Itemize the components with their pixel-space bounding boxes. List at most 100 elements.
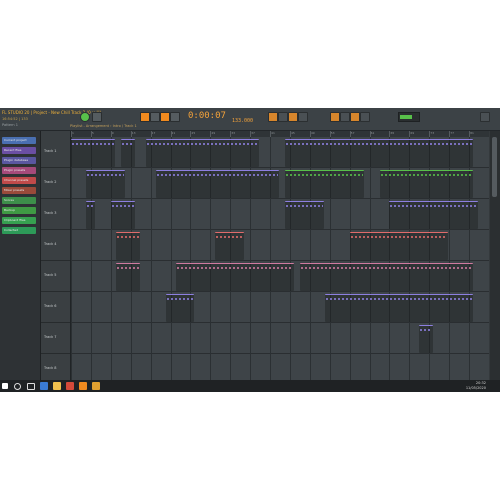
browser-item[interactable]: Backup [2, 207, 36, 214]
ruler-bar-number: 25 [191, 131, 196, 135]
pattern-clip[interactable] [349, 232, 449, 260]
record-button[interactable] [160, 112, 170, 122]
clip-note-preview [420, 329, 433, 331]
browser-item[interactable]: Channel presets [2, 177, 36, 184]
clip-note-preview [325, 298, 473, 300]
browser-panel: Current project Recent files Plugin databa… [0, 131, 41, 380]
channel-rack-icon[interactable] [288, 112, 298, 122]
browser-item[interactable]: Collected [2, 227, 36, 234]
track-label[interactable]: Track 7 [44, 335, 57, 339]
pattern-clip[interactable] [115, 263, 140, 291]
pattern-clip[interactable] [165, 294, 195, 322]
piano-roll-icon[interactable] [278, 112, 288, 122]
start-menu-icon[interactable] [2, 383, 8, 389]
pattern-clip[interactable] [71, 139, 115, 167]
track-label[interactable]: Track 5 [44, 273, 57, 277]
pattern-clip[interactable] [284, 139, 474, 167]
hint-bar: Playlist - Arrangement › Intro / Track 1 [70, 124, 137, 128]
pattern-clip[interactable] [284, 201, 324, 229]
pattern-clip[interactable] [324, 294, 474, 322]
clip-note-preview [146, 143, 259, 145]
pattern-clip[interactable] [175, 263, 294, 291]
play-button[interactable] [140, 112, 150, 122]
plugin-picker-icon[interactable] [340, 112, 350, 122]
playlist-icon[interactable] [268, 112, 278, 122]
pattern-clip[interactable] [419, 325, 434, 353]
pattern-clip[interactable] [110, 201, 135, 229]
pattern-clip[interactable] [115, 232, 140, 260]
metronome-icon[interactable] [170, 112, 180, 122]
stop-button[interactable] [150, 112, 160, 122]
play-mode-toggle[interactable] [80, 112, 90, 122]
ruler-bar-number: 13 [131, 131, 136, 135]
browser-icon[interactable] [330, 112, 340, 122]
snap-icon[interactable] [350, 112, 360, 122]
track-divider [41, 291, 70, 292]
playlist-row-divider [71, 322, 489, 323]
file-explorer-icon[interactable] [53, 382, 61, 390]
track-label[interactable]: Track 2 [44, 180, 57, 184]
track-headers: Track 1 Track 2 Track 3 Track 4 Track 5 Track… [41, 131, 71, 385]
pattern-clip[interactable] [299, 263, 474, 291]
pattern-clip[interactable] [379, 170, 474, 198]
track-label[interactable]: Track 3 [44, 211, 57, 215]
ruler-bar-number: 9 [111, 131, 114, 135]
fl-studio-taskbar-icon[interactable] [79, 382, 87, 390]
pattern-clip[interactable] [145, 139, 260, 167]
clip-note-preview [176, 267, 293, 269]
playlist-area[interactable]: 1 5 9 13 17 21 25 29 33 37 41 45 49 53 57 61 65 69 73 77 81 [71, 131, 489, 380]
clip-note-preview [285, 205, 323, 207]
ruler-bar-number: 61 [370, 131, 375, 135]
pattern-clip[interactable] [284, 170, 364, 198]
tempo-display[interactable]: 133.000 [232, 118, 253, 124]
pattern-clip[interactable] [215, 232, 245, 260]
magnet-icon[interactable] [360, 112, 370, 122]
browser-item[interactable]: Recent files [2, 147, 36, 154]
track-divider [41, 353, 70, 354]
scroll-thumb[interactable] [492, 137, 497, 197]
task-view-icon[interactable] [27, 383, 35, 390]
ruler-bar-number: 53 [330, 131, 335, 135]
browser-item[interactable]: Clipboard files [2, 217, 36, 224]
track-label[interactable]: Track 1 [44, 149, 57, 153]
clip-note-preview [216, 236, 244, 238]
browser-item[interactable]: Scores [2, 197, 36, 204]
clip-note-preview [285, 174, 363, 176]
track-divider [41, 322, 70, 323]
track-label[interactable]: Track 8 [44, 366, 57, 370]
app-taskbar-icon[interactable] [92, 382, 100, 390]
pattern-song-switch[interactable] [92, 112, 102, 122]
pattern-selector[interactable]: Pattern 1 [2, 123, 18, 127]
ruler-bar-number: 37 [251, 131, 255, 135]
song-position-display[interactable]: 0:00:07 [188, 111, 226, 121]
browser-item[interactable]: Plugin presets [2, 167, 36, 174]
online-news-icon[interactable] [480, 112, 490, 122]
bar-gridline [150, 137, 152, 380]
timeline-ruler[interactable]: 1 5 9 13 17 21 25 29 33 37 41 45 49 53 57 61 65 69 73 77 81 [71, 131, 489, 137]
ruler-bar-number: 45 [290, 131, 295, 135]
edge-browser-icon[interactable] [40, 382, 48, 390]
pattern-clip[interactable] [155, 170, 279, 198]
browser-item[interactable]: Mixer presets [2, 187, 36, 194]
fl-studio-window: FL STUDIO 20 | Project - New Chill Track… [0, 108, 500, 392]
track-divider [41, 198, 70, 199]
pattern-clip[interactable] [120, 139, 135, 167]
mixer-icon[interactable] [298, 112, 308, 122]
browser-item[interactable]: Current project [2, 137, 36, 144]
search-icon[interactable] [14, 383, 21, 390]
pattern-clip[interactable] [389, 201, 479, 229]
clip-note-preview [300, 267, 473, 269]
clip-note-preview [350, 236, 448, 238]
track-label[interactable]: Track 6 [44, 304, 57, 308]
pattern-clip[interactable] [85, 201, 95, 229]
pattern-clip[interactable] [85, 170, 125, 198]
browser-item[interactable]: Plugin database [2, 157, 36, 164]
clip-note-preview [156, 174, 278, 176]
vertical-scrollbar[interactable] [490, 131, 500, 380]
playlist-row-divider [71, 353, 489, 354]
track-label[interactable]: Track 4 [44, 242, 57, 246]
track-divider [41, 167, 70, 168]
ruler-bar-number: 41 [271, 131, 275, 135]
clip-note-preview [121, 143, 134, 145]
media-player-icon[interactable] [66, 382, 74, 390]
